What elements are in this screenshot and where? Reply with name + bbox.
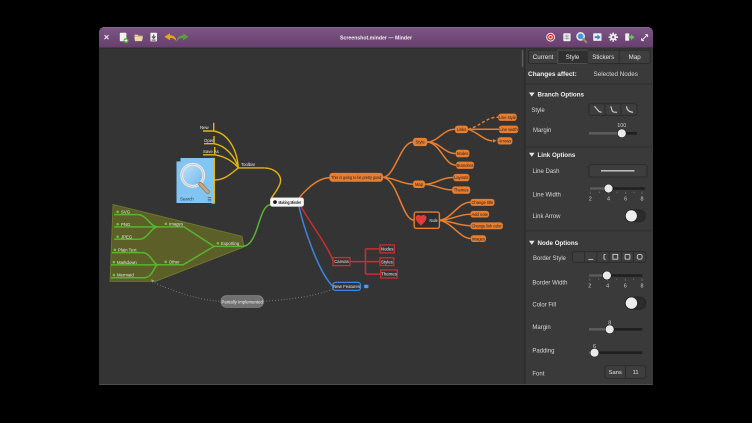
svg-text:Add note: Add note bbox=[472, 212, 489, 217]
svg-text:Search: Search bbox=[180, 197, 194, 202]
svg-text:Other: Other bbox=[169, 259, 180, 264]
svg-text:Change title: Change title bbox=[471, 200, 494, 205]
svg-text:Selected Nodes: Selected Nodes bbox=[594, 71, 638, 78]
svg-text:Border Style: Border Style bbox=[533, 256, 567, 262]
svg-text:Font: Font bbox=[532, 371, 544, 377]
svg-text:Current: Current bbox=[533, 54, 554, 61]
svg-text:Line style: Line style bbox=[499, 115, 517, 120]
svg-text:Styles: Styles bbox=[381, 259, 393, 264]
svg-text:Node: Node bbox=[430, 218, 439, 223]
svg-text:Images: Images bbox=[472, 236, 485, 241]
svg-text:Style: Style bbox=[566, 54, 580, 61]
svg-text:Link Arrow: Link Arrow bbox=[533, 214, 562, 220]
svg-text:Border Width: Border Width bbox=[532, 281, 567, 287]
svg-text:Save As: Save As bbox=[203, 149, 219, 154]
svg-text:Style: Style bbox=[531, 108, 545, 114]
svg-text:JPEG: JPEG bbox=[121, 234, 133, 239]
svg-text:8: 8 bbox=[641, 197, 644, 203]
svg-text:Plain Text: Plain Text bbox=[118, 247, 137, 252]
svg-text:11: 11 bbox=[633, 370, 639, 376]
svg-text:Margin: Margin bbox=[532, 325, 550, 331]
svg-text:Branch Options: Branch Options bbox=[538, 92, 585, 99]
svg-text:100: 100 bbox=[617, 123, 626, 129]
svg-text:New: New bbox=[200, 125, 209, 130]
svg-text:Exporting: Exporting bbox=[221, 241, 240, 246]
svg-text:Style: Style bbox=[416, 140, 426, 145]
svg-text:2: 2 bbox=[588, 284, 591, 290]
svg-text:New Features: New Features bbox=[333, 284, 360, 289]
svg-text:This is going to be pretty goo: This is going to be pretty good bbox=[331, 175, 382, 180]
svg-text:Making Minder: Making Minder bbox=[279, 200, 302, 205]
svg-text:2: 2 bbox=[589, 197, 592, 203]
svg-text:Color Fill: Color Fill bbox=[532, 302, 556, 308]
svg-text:Open: Open bbox=[204, 138, 215, 143]
svg-text:Branches: Branches bbox=[456, 163, 473, 168]
svg-text:Images: Images bbox=[169, 221, 183, 226]
svg-text:Themes: Themes bbox=[454, 188, 469, 193]
svg-text:Screenshot.minder — Minder: Screenshot.minder — Minder bbox=[340, 36, 413, 42]
svg-text:Toolbar: Toolbar bbox=[241, 162, 256, 167]
svg-text:Themes: Themes bbox=[381, 272, 397, 277]
svg-text:PNG: PNG bbox=[121, 222, 131, 227]
svg-text:Partially Implemented: Partially Implemented bbox=[222, 300, 264, 305]
svg-text:6: 6 bbox=[624, 197, 627, 203]
svg-text:Margin: Margin bbox=[533, 128, 551, 134]
svg-text:Changes affect:: Changes affect: bbox=[528, 71, 577, 78]
svg-text:Padding: Padding bbox=[532, 349, 554, 355]
svg-text:Line Width: Line Width bbox=[533, 193, 561, 199]
svg-text:Markdown: Markdown bbox=[117, 260, 137, 265]
svg-text:Map: Map bbox=[415, 182, 424, 187]
svg-text:Links: Links bbox=[457, 127, 467, 132]
svg-text:Nodes: Nodes bbox=[457, 151, 469, 156]
svg-text:Stickers: Stickers bbox=[592, 54, 614, 61]
svg-text:Layouts: Layouts bbox=[454, 175, 468, 180]
svg-text:6: 6 bbox=[624, 284, 627, 290]
svg-text:Node Options: Node Options bbox=[538, 240, 579, 247]
svg-text:Sans: Sans bbox=[609, 370, 622, 376]
svg-text:SVG: SVG bbox=[121, 209, 131, 214]
svg-text:Map: Map bbox=[629, 54, 642, 61]
svg-text:Nodes: Nodes bbox=[381, 247, 393, 252]
svg-text:Link Options: Link Options bbox=[538, 152, 576, 159]
svg-text:Change link color: Change link color bbox=[472, 223, 503, 228]
svg-text:Line Dash: Line Dash bbox=[533, 169, 560, 175]
svg-text:Arrows: Arrows bbox=[499, 139, 512, 144]
svg-text:8: 8 bbox=[641, 284, 644, 290]
svg-text:Line width: Line width bbox=[499, 127, 518, 132]
svg-text:4: 4 bbox=[607, 197, 610, 203]
svg-text:Canvas: Canvas bbox=[334, 259, 349, 264]
svg-text:4: 4 bbox=[606, 284, 609, 290]
svg-text:Mermaid: Mermaid bbox=[117, 273, 134, 278]
